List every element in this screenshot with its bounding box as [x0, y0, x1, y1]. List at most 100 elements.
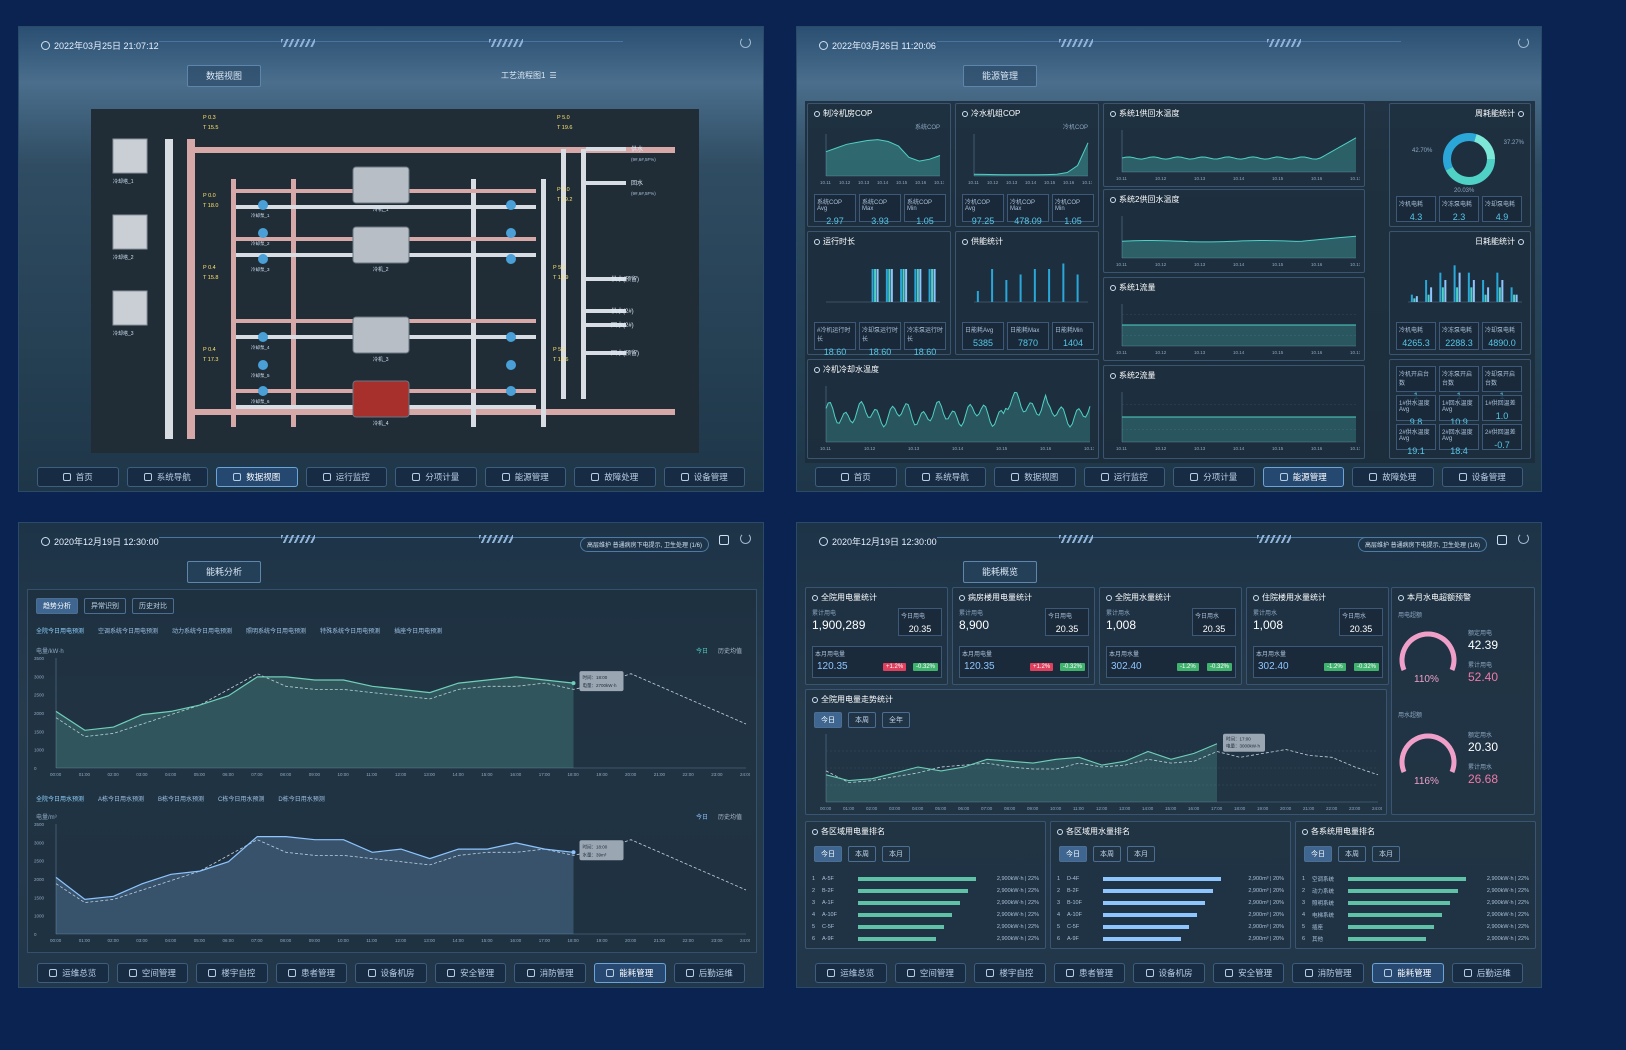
pump[interactable] [258, 386, 268, 396]
pump[interactable] [506, 332, 516, 342]
nav-item[interactable]: 消防管理 [1292, 963, 1364, 983]
ranking-row[interactable]: 1 空调系统 2,900kW·h | 22% [1302, 874, 1529, 883]
ranking-row[interactable]: 4 电梯系统 2,900kW·h | 22% [1302, 910, 1529, 919]
rank-tab[interactable]: 今日 [1059, 846, 1087, 862]
ranking-row[interactable]: 2 动力系统 2,900kW·h | 22% [1302, 886, 1529, 895]
ranking-row[interactable]: 5 C-5F 2,900m³ | 20% [1057, 922, 1284, 931]
pump[interactable] [506, 228, 516, 238]
forecast-tab[interactable]: 照明系统今日用电预测 [246, 626, 306, 635]
pump[interactable] [506, 200, 516, 210]
ranking-row[interactable]: 4 A-10F 2,900m³ | 20% [1057, 910, 1284, 919]
pump[interactable] [258, 228, 268, 238]
ranking-row[interactable]: 3 A-1F 2,900kW·h | 22% [812, 898, 1039, 907]
nav-item[interactable]: 分项计量 [395, 467, 477, 487]
ranking-row[interactable]: 2 B-2F 2,900m³ | 20% [1057, 886, 1284, 895]
nav-item[interactable]: 楼宇自控 [196, 963, 268, 983]
forecast-tab[interactable]: 特殊系统今日用电预测 [320, 626, 380, 635]
nav-item[interactable]: 后勤运维 [673, 963, 746, 983]
nav-item[interactable]: 能源管理 [1262, 467, 1344, 487]
nav-item[interactable]: 空间管理 [116, 963, 189, 983]
ranking-row[interactable]: 2 B-2F 2,900kW·h | 22% [812, 886, 1039, 895]
rank-tab[interactable]: 本月 [882, 846, 910, 862]
rank-tab[interactable]: 本月 [1372, 846, 1400, 862]
power-icon[interactable] [740, 37, 751, 48]
nav-item[interactable]: 系统导航 [904, 467, 986, 487]
ranking-row[interactable]: 1 D-4F 2,900m³ | 20% [1057, 874, 1284, 883]
chiller[interactable] [352, 166, 410, 204]
notification-icon[interactable] [719, 535, 729, 545]
chiller[interactable] [352, 380, 410, 418]
nav-item[interactable]: 楼宇自控 [974, 963, 1046, 983]
pump[interactable] [506, 254, 516, 264]
forecast-tab[interactable]: A栋今日用水预测 [98, 794, 144, 803]
flow-menu-button[interactable]: 工艺流程图1 ☰ [501, 70, 557, 81]
nav-item[interactable]: 设备管理 [663, 467, 745, 487]
trend-tab[interactable]: 本周 [848, 712, 876, 728]
rank-tab[interactable]: 本周 [1338, 846, 1366, 862]
nav-item[interactable]: 首页 [37, 467, 119, 487]
nav-item[interactable]: 故障处理 [1352, 467, 1434, 487]
nav-item[interactable]: 能源管理 [484, 467, 566, 487]
nav-item[interactable]: 能耗管理 [1371, 963, 1444, 983]
nav-item[interactable]: 安全管理 [1212, 963, 1285, 983]
nav-item[interactable]: 患者管理 [1053, 963, 1126, 983]
nav-item[interactable]: 分项计量 [1173, 467, 1255, 487]
chiller[interactable] [352, 226, 410, 264]
ranking-row[interactable]: 6 其他 2,900kW·h | 22% [1302, 934, 1529, 943]
nav-item[interactable]: 系统导航 [126, 467, 208, 487]
forecast-tab[interactable]: 空调系统今日用电预测 [98, 626, 158, 635]
nav-item[interactable]: 运行监控 [1083, 467, 1165, 487]
nav-item[interactable]: 数据视图 [216, 467, 298, 487]
forecast-tab[interactable]: C栋今日用水预测 [218, 794, 264, 803]
nav-item[interactable]: 运行监控 [305, 467, 387, 487]
power-icon[interactable] [740, 533, 751, 544]
power-icon[interactable] [1518, 37, 1529, 48]
data-point[interactable] [571, 681, 576, 686]
ranking-row[interactable]: 5 插座 2,900kW·h | 22% [1302, 922, 1529, 931]
alert-banner[interactable]: 高层维护 普通病房下电提示, 卫生处理 (1/6) [579, 537, 709, 552]
ranking-row[interactable]: 6 A-9F 2,900m³ | 20% [1057, 934, 1284, 943]
nav-item[interactable]: 运维总览 [37, 963, 109, 983]
alert-banner[interactable]: 高层维护 普通病房下电提示, 卫生处理 (1/6) [1357, 537, 1487, 552]
pump[interactable] [506, 386, 516, 396]
nav-item[interactable]: 空间管理 [894, 963, 967, 983]
nav-item[interactable]: 安全管理 [434, 963, 507, 983]
ranking-row[interactable]: 3 B-10F 2,900m³ | 20% [1057, 898, 1284, 907]
nav-item[interactable]: 首页 [815, 467, 897, 487]
chiller[interactable] [352, 316, 410, 354]
nav-item[interactable]: 数据视图 [994, 467, 1076, 487]
nav-item[interactable]: 故障处理 [574, 467, 656, 487]
pump[interactable] [258, 360, 268, 370]
power-icon[interactable] [1518, 533, 1529, 544]
subtab[interactable]: 趋势分析 [36, 598, 78, 614]
nav-item[interactable]: 患者管理 [275, 963, 348, 983]
forecast-tab[interactable]: D栋今日用水预测 [278, 794, 324, 803]
ranking-row[interactable]: 3 照明系统 2,900kW·h | 22% [1302, 898, 1529, 907]
ranking-row[interactable]: 1 A-5F 2,900kW·h | 22% [812, 874, 1039, 883]
nav-item[interactable]: 能耗管理 [593, 963, 666, 983]
rank-tab[interactable]: 本月 [1127, 846, 1155, 862]
forecast-tab[interactable]: 插座今日用电预测 [394, 626, 442, 635]
data-point[interactable] [571, 850, 576, 855]
nav-item[interactable]: 设备机房 [355, 963, 427, 983]
nav-item[interactable]: 后勤运维 [1451, 963, 1524, 983]
pump[interactable] [258, 332, 268, 342]
trend-tab[interactable]: 今日 [814, 712, 842, 728]
trend-tab[interactable]: 全年 [882, 712, 910, 728]
forecast-tab[interactable]: B栋今日用水预测 [158, 794, 204, 803]
rank-tab[interactable]: 今日 [814, 846, 842, 862]
pump[interactable] [258, 254, 268, 264]
nav-item[interactable]: 设备机房 [1133, 963, 1205, 983]
nav-item[interactable]: 消防管理 [514, 963, 586, 983]
pump[interactable] [258, 200, 268, 210]
rank-tab[interactable]: 本周 [1093, 846, 1121, 862]
subtab[interactable]: 异常识别 [84, 598, 126, 614]
forecast-tab[interactable]: 动力系统今日用电预测 [172, 626, 232, 635]
subtab[interactable]: 历史对比 [132, 598, 174, 614]
rank-tab[interactable]: 今日 [1304, 846, 1332, 862]
ranking-row[interactable]: 6 A-9F 2,900kW·h | 22% [812, 934, 1039, 943]
rank-tab[interactable]: 本周 [848, 846, 876, 862]
ranking-row[interactable]: 5 C-5F 2,900kW·h | 22% [812, 922, 1039, 931]
notification-icon[interactable] [1497, 535, 1507, 545]
nav-item[interactable]: 设备管理 [1441, 467, 1523, 487]
